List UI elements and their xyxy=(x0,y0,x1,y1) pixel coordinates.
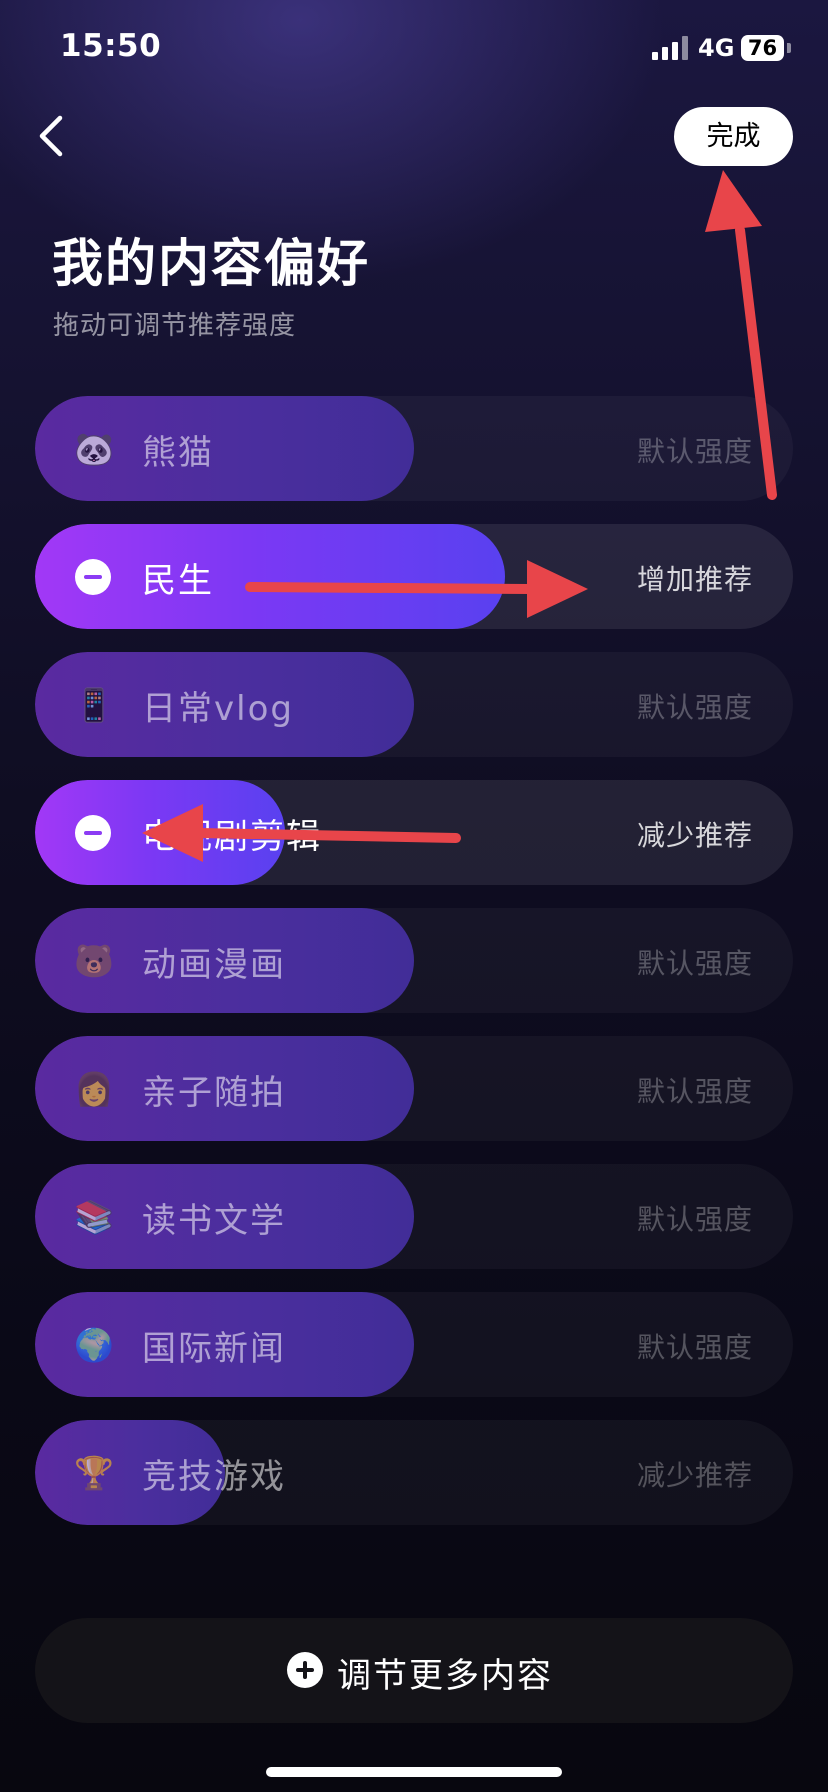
trophy-emoji-icon: 🏆 xyxy=(74,1454,114,1492)
preference-row[interactable]: 🐻 动画漫画 默认强度 xyxy=(35,908,793,1013)
bear-emoji-icon: 🐻 xyxy=(74,942,114,980)
minus-circle-icon[interactable] xyxy=(75,559,111,595)
minus-circle-icon[interactable] xyxy=(75,815,111,851)
preference-strength: 默认强度 xyxy=(636,1075,753,1108)
preference-row[interactable]: 📱 日常vlog 默认强度 xyxy=(35,652,793,757)
plus-circle-icon xyxy=(287,1652,323,1688)
preference-label: 日常vlog xyxy=(142,689,294,729)
preference-row[interactable]: 电视剧剪辑 减少推荐 xyxy=(35,780,793,885)
preference-row[interactable]: 🌍 国际新闻 默认强度 xyxy=(35,1292,793,1397)
preference-strength: 默认强度 xyxy=(636,435,753,468)
preference-strength: 增加推荐 xyxy=(636,563,753,596)
phone-emoji-icon: 📱 xyxy=(74,686,114,724)
preference-label: 国际新闻 xyxy=(142,1329,286,1369)
preference-label: 民生 xyxy=(142,561,214,601)
chevron-left-icon xyxy=(39,115,63,157)
preference-strength: 减少推荐 xyxy=(636,819,753,852)
preference-label: 熊猫 xyxy=(142,433,214,473)
preference-strength: 默认强度 xyxy=(636,691,753,724)
preference-strength: 默认强度 xyxy=(636,1203,753,1236)
adjust-more-button[interactable]: 调节更多内容 xyxy=(35,1618,793,1723)
status-time: 15:50 xyxy=(60,28,162,64)
page-subtitle: 拖动可调节推荐强度 xyxy=(53,311,297,341)
preference-row[interactable]: 👩 亲子随拍 默认强度 xyxy=(35,1036,793,1141)
done-button[interactable]: 完成 xyxy=(674,107,793,166)
preference-label: 亲子随拍 xyxy=(142,1073,286,1113)
preference-row[interactable]: 民生 增加推荐 xyxy=(35,524,793,629)
home-indicator xyxy=(266,1767,562,1777)
globe-emoji-icon: 🌍 xyxy=(74,1326,114,1364)
family-emoji-icon: 👩 xyxy=(74,1070,114,1108)
page-title: 我的内容偏好 xyxy=(52,235,371,294)
cellular-signal-icon xyxy=(652,36,688,60)
adjust-more-label: 调节更多内容 xyxy=(337,1656,553,1696)
preference-strength: 减少推荐 xyxy=(636,1459,753,1492)
preference-label: 读书文学 xyxy=(142,1201,286,1241)
annotation-arrowhead-done xyxy=(705,170,762,232)
preference-row[interactable]: 🐼 熊猫 默认强度 xyxy=(35,396,793,501)
preference-label: 竞技游戏 xyxy=(142,1457,286,1497)
battery-tip xyxy=(787,43,791,53)
preference-row[interactable]: 📚 读书文学 默认强度 xyxy=(35,1164,793,1269)
preference-strength: 默认强度 xyxy=(636,1331,753,1364)
network-type: 4G xyxy=(698,34,735,62)
battery-icon: 76 xyxy=(741,35,784,61)
books-emoji-icon: 📚 xyxy=(74,1198,114,1236)
back-button[interactable] xyxy=(34,112,70,160)
preference-label: 电视剧剪辑 xyxy=(142,817,322,857)
preference-row[interactable]: 🏆 竞技游戏 减少推荐 xyxy=(35,1420,793,1525)
preference-strength: 默认强度 xyxy=(636,947,753,980)
preference-label: 动画漫画 xyxy=(142,945,286,985)
panda-emoji-icon: 🐼 xyxy=(74,430,114,468)
